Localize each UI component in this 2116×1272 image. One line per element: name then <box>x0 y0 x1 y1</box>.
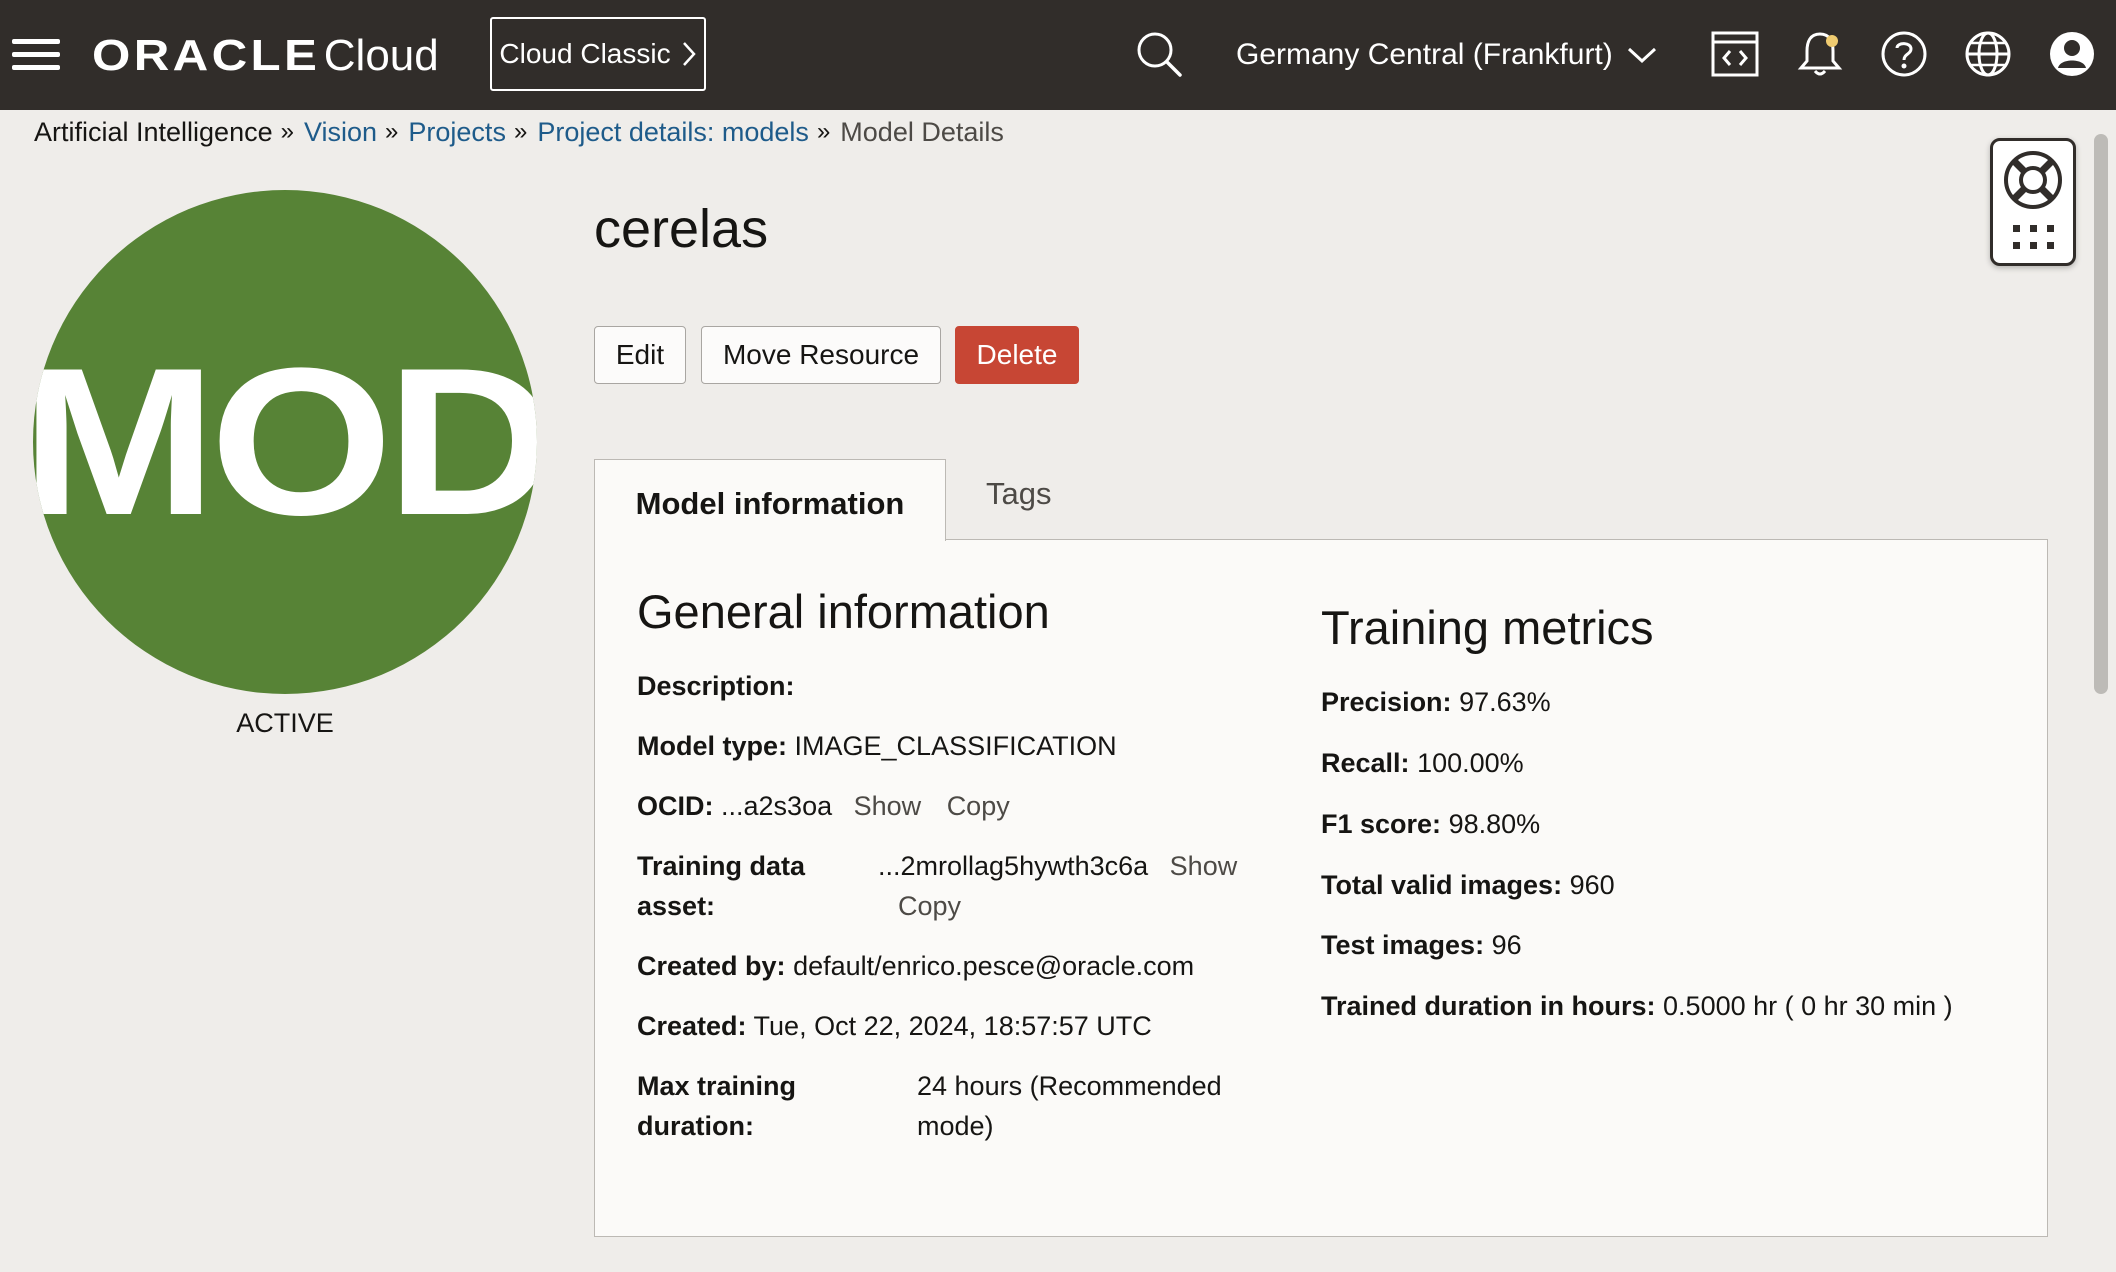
total-valid-images-field: Total valid images: 960 <box>1321 870 1615 901</box>
page-title: cerelas <box>594 199 769 259</box>
training-asset-value-line: ...2mrollag5hywth3c6a Show <box>878 851 1237 882</box>
search-icon[interactable] <box>1134 29 1184 79</box>
breadcrumb: Artificial Intelligence » Vision » Proje… <box>34 112 1004 152</box>
breadcrumb-vision-link[interactable]: Vision <box>304 117 377 148</box>
total-valid-images-value: 960 <box>1569 870 1615 900</box>
total-valid-images-label: Total valid images: <box>1321 870 1563 900</box>
grid-icon[interactable] <box>2013 225 2055 251</box>
test-images-label: Test images: <box>1321 930 1485 960</box>
general-information-heading: General information <box>637 585 1050 638</box>
model-type-field: Model type: IMAGE_CLASSIFICATION <box>637 731 1117 762</box>
training-asset-show-link[interactable]: Show <box>1170 851 1238 881</box>
top-navigation-bar: ORACLE Cloud Cloud Classic Germany Centr… <box>0 0 2116 110</box>
bell-icon[interactable] <box>1795 29 1845 79</box>
precision-field: Precision: 97.63% <box>1321 687 1551 718</box>
hamburger-menu-icon[interactable] <box>12 39 60 71</box>
breadcrumb-separator: » <box>385 118 399 145</box>
created-label: Created: <box>637 1011 747 1041</box>
avatar-initials: MOD <box>33 324 537 559</box>
breadcrumb-artificial-intelligence: Artificial Intelligence <box>34 116 273 147</box>
training-asset-label-2: asset: <box>637 891 716 921</box>
recall-label: Recall: <box>1321 748 1410 778</box>
f1-score-value: 98.80% <box>1448 809 1541 839</box>
logo-cloud-text: Cloud <box>323 31 439 80</box>
region-label: Germany Central (Frankfurt) <box>1236 38 1613 71</box>
help-support-widget[interactable] <box>1990 138 2076 266</box>
ocid-show-link[interactable]: Show <box>854 791 922 821</box>
trained-duration-label: Trained duration in hours: <box>1321 991 1656 1021</box>
cloud-classic-button[interactable]: Cloud Classic <box>490 17 706 91</box>
breadcrumb-separator: » <box>280 118 294 145</box>
tab-model-information[interactable]: Model information <box>594 459 946 541</box>
f1-score-label: F1 score: <box>1321 809 1442 839</box>
logo-oracle-text: ORACLE <box>92 31 321 80</box>
f1-score-field: F1 score: 98.80% <box>1321 809 1540 840</box>
created-by-value: default/enrico.pesce@oracle.com <box>793 951 1195 981</box>
breadcrumb-projects-link[interactable]: Projects <box>408 117 506 148</box>
move-resource-button[interactable]: Move Resource <box>701 326 941 384</box>
chevron-down-icon <box>1627 47 1656 64</box>
model-type-label: Model type: <box>637 731 788 761</box>
description-field: Description: <box>637 671 795 702</box>
oracle-cloud-logo[interactable]: ORACLE Cloud <box>92 30 439 82</box>
training-asset-value: ...2mrollag5hywth3c6a <box>878 851 1149 881</box>
training-asset-copy-link[interactable]: Copy <box>898 891 961 921</box>
cloud-classic-label: Cloud Classic <box>499 38 671 69</box>
max-training-value-line2: mode) <box>917 1111 994 1141</box>
breadcrumb-current-page: Model Details <box>840 116 1004 147</box>
edit-button[interactable]: Edit <box>594 326 686 384</box>
training-metrics-heading: Training metrics <box>1321 601 1654 654</box>
user-profile-icon[interactable] <box>2047 29 2097 79</box>
model-type-value: IMAGE_CLASSIFICATION <box>794 731 1117 761</box>
breadcrumb-separator: » <box>816 118 831 145</box>
tab-tags[interactable]: Tags <box>986 476 1051 512</box>
training-asset-copy-line: Copy <box>898 891 961 922</box>
test-images-value: 96 <box>1491 930 1522 960</box>
recall-field: Recall: 100.00% <box>1321 748 1524 779</box>
ocid-field: OCID: ...a2s3oa Show Copy <box>637 791 1010 822</box>
trained-duration-value: 0.5000 hr ( 0 hr 30 min ) <box>1663 991 1953 1021</box>
vertical-scrollbar[interactable] <box>2094 134 2108 694</box>
training-asset-label-line1: Training data <box>637 851 805 882</box>
code-editor-icon[interactable] <box>1710 29 1760 79</box>
training-asset-label-line2: asset: <box>637 891 715 922</box>
globe-icon[interactable] <box>1963 29 2013 79</box>
created-field: Created: Tue, Oct 22, 2024, 18:57:57 UTC <box>637 1011 1152 1042</box>
recall-value: 100.00% <box>1417 748 1524 778</box>
model-avatar: MOD <box>33 190 537 694</box>
breadcrumb-separator: » <box>513 118 528 145</box>
precision-label: Precision: <box>1321 687 1452 717</box>
max-training-label-1: Max training <box>637 1071 797 1101</box>
chevron-right-icon <box>682 42 696 66</box>
region-selector[interactable]: Germany Central (Frankfurt) <box>1236 30 1657 80</box>
created-by-field: Created by: default/enrico.pesce@oracle.… <box>637 951 1194 982</box>
max-training-label-2: duration: <box>637 1111 754 1141</box>
created-value: Tue, Oct 22, 2024, 18:57:57 UTC <box>753 1011 1152 1041</box>
model-information-panel: General information Description: Model t… <box>594 539 2048 1237</box>
training-asset-label-1: Training data <box>637 851 806 881</box>
ocid-copy-link[interactable]: Copy <box>947 791 1010 821</box>
delete-button[interactable]: Delete <box>955 326 1079 384</box>
trained-duration-field: Trained duration in hours: 0.5000 hr ( 0… <box>1321 991 1953 1022</box>
help-icon[interactable] <box>1879 29 1929 79</box>
breadcrumb-project-details-link[interactable]: Project details: models <box>537 117 809 148</box>
description-label: Description: <box>637 671 795 701</box>
lifebuoy-icon[interactable] <box>2002 149 2064 211</box>
ocid-label: OCID: <box>637 791 714 821</box>
max-training-value-line1: 24 hours (Recommended <box>917 1071 1222 1101</box>
status-badge: ACTIVE <box>236 708 334 738</box>
precision-value: 97.63% <box>1459 687 1551 717</box>
max-training-label-line2: duration: <box>637 1111 754 1142</box>
created-by-label: Created by: <box>637 951 786 981</box>
max-training-label-line1: Max training <box>637 1071 796 1102</box>
test-images-field: Test images: 96 <box>1321 930 1522 961</box>
ocid-value: ...a2s3oa <box>721 791 833 821</box>
